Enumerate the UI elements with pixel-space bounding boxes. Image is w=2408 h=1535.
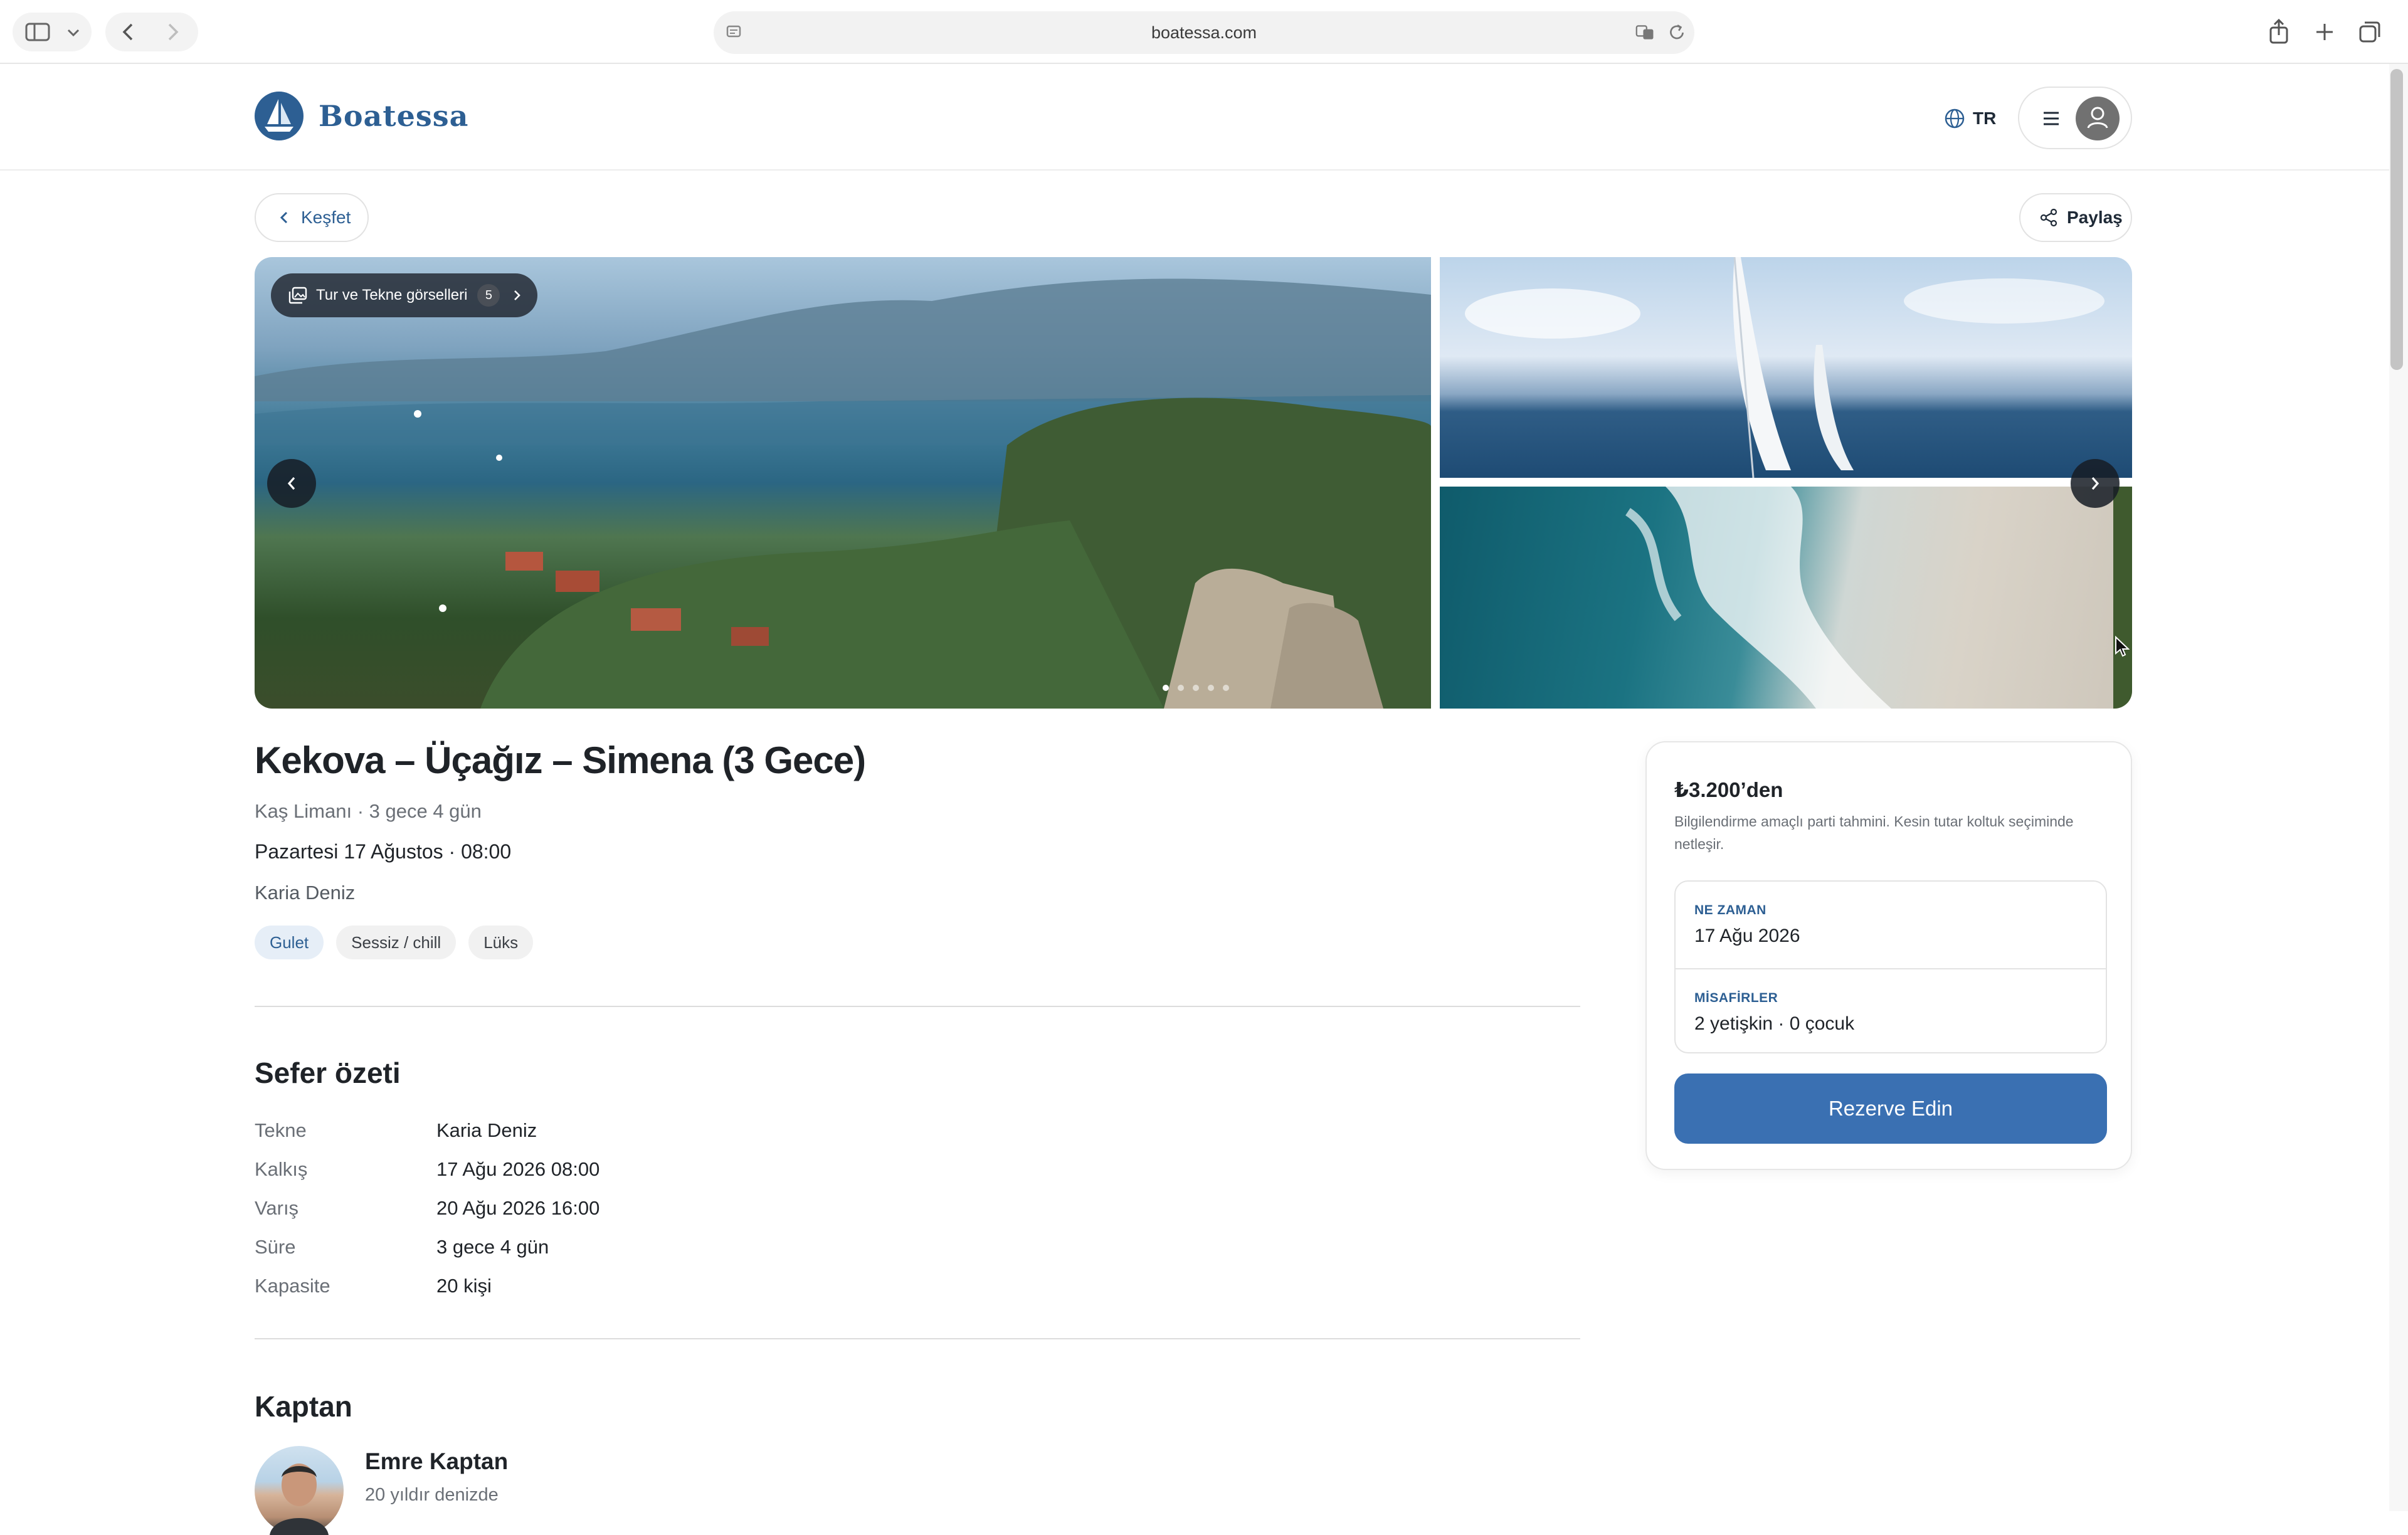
user-avatar-icon — [2076, 97, 2120, 140]
summary-value: Karia Deniz — [436, 1119, 537, 1141]
gallery-chip-label: Tur ve Tekne görselleri — [316, 287, 468, 303]
summary-value: 17 Ağu 2026 08:00 — [436, 1158, 600, 1180]
beach-illustration — [1625, 487, 2132, 709]
menu-icon — [2044, 112, 2059, 125]
gallery-dot[interactable] — [1193, 685, 1199, 691]
history-nav — [105, 13, 198, 51]
share-sheet-icon[interactable] — [2268, 18, 2290, 45]
page-scrollbar-thumb[interactable] — [2390, 69, 2403, 370]
address-url: boatessa.com — [1151, 23, 1257, 42]
brand-logo[interactable]: Boatessa — [255, 92, 468, 140]
summary-row: Süre 3 gece 4 gün — [255, 1228, 599, 1267]
photo-gallery[interactable]: Tur ve Tekne görselleri 5 — [255, 257, 2132, 709]
date-field-value: 17 Ağu 2026 — [1694, 926, 1800, 946]
site-header: Boatessa TR — [0, 64, 2389, 171]
chevron-down-icon[interactable] — [66, 28, 80, 38]
captain-experience: 20 yıldır denizde — [365, 1485, 499, 1505]
mouse-cursor-icon — [2115, 636, 2130, 657]
gallery-photos-chip[interactable]: Tur ve Tekne görselleri 5 — [271, 273, 538, 317]
forward-arrow-icon[interactable] — [166, 23, 181, 41]
captain-name: Emre Kaptan — [365, 1448, 509, 1474]
gallery-prev-button[interactable] — [267, 459, 316, 508]
gallery-dot[interactable] — [1223, 685, 1229, 691]
brand-name: Boatessa — [319, 99, 469, 133]
gallery-next-button[interactable] — [2071, 459, 2120, 508]
globe-icon — [1945, 108, 1965, 129]
back-arrow-icon[interactable] — [120, 23, 135, 41]
tour-title: Kekova – Üçağız – Simena (3 Gece) — [255, 739, 866, 781]
share-icon — [2040, 208, 2057, 227]
tag-quiet: Sessiz / chill — [336, 926, 457, 959]
new-tab-icon[interactable] — [2314, 21, 2335, 43]
tour-tags: Gulet Sessiz / chill Lüks — [255, 926, 546, 959]
share-button[interactable]: Paylaş — [2019, 193, 2132, 242]
guests-field-value: 2 yetişkin · 0 çocuk — [1694, 1013, 1855, 1034]
chevron-left-icon — [280, 211, 288, 224]
chevron-right-icon — [514, 290, 521, 300]
summary-key: Tekne — [255, 1119, 307, 1141]
section-divider — [255, 1006, 1580, 1007]
sidebar-toggle-group[interactable] — [13, 13, 92, 51]
booking-card: ₺3.200’den Bilgilendirme amaçlı parti ta… — [1645, 741, 2132, 1170]
reserve-button[interactable]: Rezerve Edin — [1674, 1073, 2107, 1144]
gallery-dot[interactable] — [1178, 685, 1184, 691]
summary-key: Kalkış — [255, 1158, 308, 1180]
share-label: Paylaş — [2067, 208, 2123, 227]
sailboat-logo-icon — [255, 92, 304, 140]
gallery-photo-count: 5 — [477, 284, 500, 307]
sailboat-illustration — [1465, 257, 2104, 478]
address-bar[interactable]: boatessa.com — [714, 11, 1694, 54]
photos-icon — [288, 287, 307, 304]
date-field[interactable]: NE ZAMAN 17 Ağu 2026 — [1676, 882, 2106, 968]
tour-location-duration: Kaş Limanı · 3 gece 4 gün — [255, 800, 482, 822]
price-from: ₺3.200’den — [1674, 778, 1783, 801]
summary-key: Kapasite — [255, 1275, 330, 1297]
gallery-sailboat-photo[interactable] — [1440, 257, 2132, 478]
guests-field[interactable]: MİSAFİRLER 2 yetişkin · 0 çocuk — [1676, 968, 2106, 1055]
summary-row: Kapasite 20 kişi — [255, 1267, 599, 1306]
language-code: TR — [1973, 108, 1997, 128]
chevron-left-icon — [287, 477, 295, 490]
translate-icon[interactable] — [1635, 23, 1656, 43]
language-switcher[interactable]: TR — [1944, 103, 1996, 134]
tag-luxury: Lüks — [468, 926, 534, 959]
gallery-pagination — [1163, 685, 1238, 691]
tag-gulet: Gulet — [255, 926, 324, 959]
user-menu-button[interactable] — [2018, 87, 2132, 149]
gallery-beach-photo[interactable] — [1440, 487, 2132, 709]
gallery-dot[interactable] — [1208, 685, 1214, 691]
summary-value: 3 gece 4 gün — [436, 1236, 549, 1258]
summary-title: Sefer özeti — [255, 1057, 401, 1089]
section-divider — [255, 1338, 1580, 1339]
landscape-illustration — [255, 278, 1431, 709]
captain-avatar — [255, 1446, 344, 1535]
browser-toolbar: boatessa.com — [0, 0, 2408, 64]
summary-row: Tekne Karia Deniz — [255, 1111, 599, 1150]
gallery-dot[interactable] — [1163, 685, 1169, 691]
guests-field-label: MİSAFİRLER — [1694, 991, 1778, 1005]
date-field-label: NE ZAMAN — [1694, 903, 1766, 917]
summary-row: Varış 20 Ağu 2026 16:00 — [255, 1189, 599, 1228]
tour-departure: Pazartesi 17 Ağustos · 08:00 — [255, 840, 512, 863]
summary-row: Kalkış 17 Ağu 2026 08:00 — [255, 1150, 599, 1189]
chevron-right-icon — [2091, 477, 2099, 490]
trip-summary-table: Tekne Karia Deniz Kalkış 17 Ağu 2026 08:… — [255, 1111, 599, 1306]
reload-icon[interactable] — [1667, 23, 1687, 43]
captain-title: Kaptan — [255, 1390, 352, 1423]
summary-key: Süre — [255, 1236, 296, 1258]
sidebar-icon[interactable] — [25, 23, 50, 41]
summary-value: 20 Ağu 2026 16:00 — [436, 1197, 600, 1219]
tour-boat-name: Karia Deniz — [255, 882, 356, 904]
booking-fields: NE ZAMAN 17 Ağu 2026 MİSAFİRLER 2 yetişk… — [1674, 880, 2107, 1053]
summary-value: 20 kişi — [436, 1275, 492, 1297]
back-label: Keşfet — [301, 208, 351, 227]
tab-overview-icon[interactable] — [2358, 20, 2382, 44]
gallery-main-photo[interactable]: Tur ve Tekne görselleri 5 — [255, 257, 1431, 709]
summary-key: Varış — [255, 1197, 299, 1219]
back-to-explore-button[interactable]: Keşfet — [255, 193, 369, 242]
price-note: Bilgilendirme amaçlı parti tahmini. Kesi… — [1674, 813, 2074, 852]
